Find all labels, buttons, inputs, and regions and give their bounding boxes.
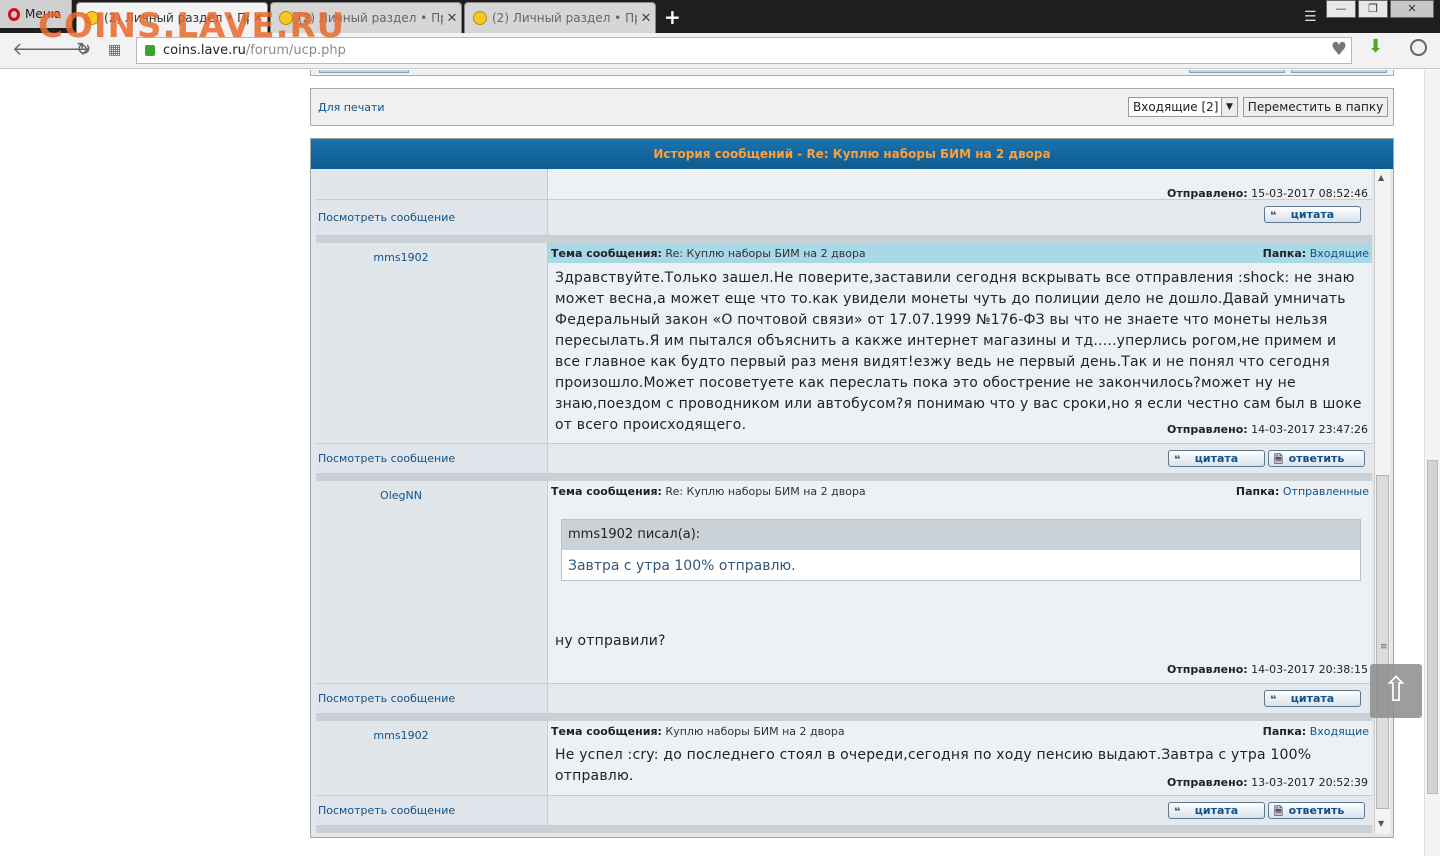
quote-bubble-icon: ❝ bbox=[1174, 453, 1181, 466]
top-stub-button[interactable] bbox=[1291, 70, 1387, 73]
view-message-link[interactable]: Посмотреть сообщение bbox=[318, 692, 455, 705]
subject-text: Re: Куплю наборы БИМ на 2 двора bbox=[665, 485, 866, 498]
page-scrollbar[interactable] bbox=[1424, 70, 1440, 856]
separator bbox=[316, 474, 1372, 481]
quote-bubble-icon: ❝ bbox=[1174, 805, 1181, 818]
history-clock-icon[interactable] bbox=[1410, 39, 1427, 56]
opera-logo-icon bbox=[8, 7, 20, 21]
close-window-icon[interactable]: ✕ bbox=[1390, 0, 1434, 18]
message-footer-row: Посмотреть сообщение ❝ цитата 🗎 ответить bbox=[316, 443, 1372, 474]
folder-link[interactable]: Отправленные bbox=[1283, 485, 1369, 498]
quote-text: Завтра с утра 100% отправлю. bbox=[568, 558, 796, 574]
author-name[interactable]: mms1902 bbox=[316, 251, 486, 264]
message-row: OlegNN Тема сообщения: Re: Куплю наборы … bbox=[316, 481, 1372, 683]
message-row: Отправлено: 15-03-2017 08:52:46 bbox=[316, 169, 1372, 200]
history-scrollbar[interactable]: ▲ ≡ ▼ bbox=[1374, 169, 1390, 834]
folder-link[interactable]: Входящие bbox=[1310, 725, 1369, 738]
quote-bubble-icon: ❝ bbox=[1270, 209, 1277, 222]
move-to-folder-button[interactable]: Переместить в папку bbox=[1243, 97, 1388, 117]
reply-page-icon: 🗎 bbox=[1274, 805, 1283, 818]
folder-link[interactable]: Входящие bbox=[1310, 247, 1369, 260]
scroll-to-top-arrow-icon[interactable]: ⇧ bbox=[1370, 664, 1422, 718]
folder-info: Папка: Входящие bbox=[1262, 247, 1369, 260]
history-title: История сообщений - Re: Куплю наборы БИМ… bbox=[311, 139, 1393, 169]
subject-bar: Тема сообщения: Куплю наборы БИМ на 2 дв… bbox=[551, 725, 1369, 738]
minimize-icon[interactable]: — bbox=[1326, 0, 1356, 18]
message-footer-row: Посмотреть сообщение ❝ цитата 🗎 ответить bbox=[316, 795, 1372, 826]
quote-button[interactable]: ❝ цитата bbox=[1264, 206, 1361, 223]
separator bbox=[316, 714, 1372, 721]
quote-bubble-icon: ❝ bbox=[1270, 693, 1277, 706]
separator bbox=[316, 236, 1372, 243]
browser-tab-3[interactable]: (2) Личный раздел • Про ✕ bbox=[464, 2, 656, 33]
message-footer-row: Посмотреть сообщение ❝ цитата bbox=[316, 683, 1372, 714]
quote-author: mms1902 писал(а): bbox=[562, 520, 1360, 550]
quote-button[interactable]: ❝ цитата bbox=[1168, 802, 1265, 819]
author-name[interactable]: mms1902 bbox=[316, 729, 486, 742]
top-stub-button[interactable] bbox=[1189, 70, 1285, 73]
message-actions-bar: Для печати Входящие [2] ▼ Переместить в … bbox=[310, 88, 1394, 126]
sent-date: 14-03-2017 23:47:26 bbox=[1251, 423, 1368, 436]
author-name[interactable]: OlegNN bbox=[316, 489, 486, 502]
tab-close-icon[interactable]: ✕ bbox=[637, 11, 655, 26]
tab-menu-icon[interactable]: ☰ bbox=[1304, 9, 1317, 25]
history-scroll-thumb[interactable]: ≡ bbox=[1376, 475, 1389, 809]
restore-icon[interactable]: ❐ bbox=[1358, 0, 1388, 18]
folder-info: Папка: Входящие bbox=[1262, 725, 1369, 738]
reply-button[interactable]: 🗎 ответить bbox=[1268, 450, 1365, 467]
page-viewport: Для печати Входящие [2] ▼ Переместить в … bbox=[0, 70, 1440, 856]
page-scroll-thumb[interactable] bbox=[1427, 460, 1438, 794]
sent-date: 13-03-2017 20:52:39 bbox=[1251, 776, 1368, 789]
separator bbox=[316, 826, 1372, 833]
sent-date: 14-03-2017 20:38:15 bbox=[1251, 663, 1368, 676]
download-arrow-icon[interactable]: ⬇ bbox=[1368, 36, 1383, 57]
scroll-down-arrow-icon[interactable]: ▼ bbox=[1378, 819, 1384, 828]
folder-select[interactable]: Входящие [2] ▼ bbox=[1128, 97, 1238, 117]
message-body: Здравствуйте.Только зашел.Не поверите,за… bbox=[555, 270, 1362, 433]
subject-text: Re: Куплю наборы БИМ на 2 двора bbox=[665, 247, 866, 260]
site-watermark: COINS.LAVE.RU bbox=[38, 6, 346, 46]
folder-info: Папка: Отправленные bbox=[1235, 485, 1369, 498]
sent-line: Отправлено: 14-03-2017 20:38:15 bbox=[1167, 663, 1368, 676]
scroll-grip-icon: ≡ bbox=[1380, 642, 1388, 652]
favicon-smiley-icon bbox=[473, 11, 487, 25]
new-tab-button[interactable]: + bbox=[664, 5, 681, 29]
message-row: mms1902 Тема сообщения: Куплю наборы БИМ… bbox=[316, 721, 1372, 795]
subject-bar: Тема сообщения: Re: Куплю наборы БИМ на … bbox=[548, 243, 1372, 263]
reply-button[interactable]: 🗎 ответить bbox=[1268, 802, 1365, 819]
reply-page-icon: 🗎 bbox=[1274, 453, 1283, 466]
tab-close-icon[interactable]: ✕ bbox=[443, 11, 461, 26]
view-message-link[interactable]: Посмотреть сообщение bbox=[318, 211, 455, 224]
print-link[interactable]: Для печати bbox=[318, 101, 385, 114]
sent-line: Отправлено: 13-03-2017 20:52:39 bbox=[1167, 776, 1368, 789]
bookmark-heart-icon[interactable]: ♥ bbox=[1331, 39, 1347, 60]
view-message-link[interactable]: Посмотреть сообщение bbox=[318, 804, 455, 817]
message-history-panel: История сообщений - Re: Куплю наборы БИМ… bbox=[310, 138, 1394, 838]
message-footer-row: Посмотреть сообщение ❝ цитата bbox=[316, 199, 1372, 236]
folder-select-value: Входящие [2] bbox=[1133, 100, 1219, 114]
quote-button[interactable]: ❝ цитата bbox=[1264, 690, 1361, 707]
tab-title: (2) Личный раздел • Про bbox=[492, 11, 637, 25]
view-message-link[interactable]: Посмотреть сообщение bbox=[318, 452, 455, 465]
history-list: Отправлено: 15-03-2017 08:52:46 Посмотре… bbox=[316, 169, 1372, 833]
message-row: mms1902 Тема сообщения: Re: Куплю наборы… bbox=[316, 243, 1372, 443]
secure-lock-icon bbox=[145, 45, 155, 56]
quote-button[interactable]: ❝ цитата bbox=[1168, 450, 1265, 467]
quote-block: mms1902 писал(а): Завтра с утра 100% отп… bbox=[561, 519, 1361, 581]
chevron-down-icon: ▼ bbox=[1221, 98, 1237, 116]
sent-line: Отправлено: 14-03-2017 23:47:26 bbox=[1167, 423, 1368, 436]
subject-text: Куплю наборы БИМ на 2 двора bbox=[665, 725, 845, 738]
message-body: ну отправили? bbox=[555, 633, 666, 649]
scroll-up-arrow-icon[interactable]: ▲ bbox=[1378, 173, 1384, 182]
window-controls: — ❐ ✕ bbox=[1326, 0, 1434, 18]
top-button-bar bbox=[310, 70, 1394, 76]
top-stub-button[interactable] bbox=[319, 70, 409, 73]
subject-bar: Тема сообщения: Re: Куплю наборы БИМ на … bbox=[551, 485, 1369, 498]
